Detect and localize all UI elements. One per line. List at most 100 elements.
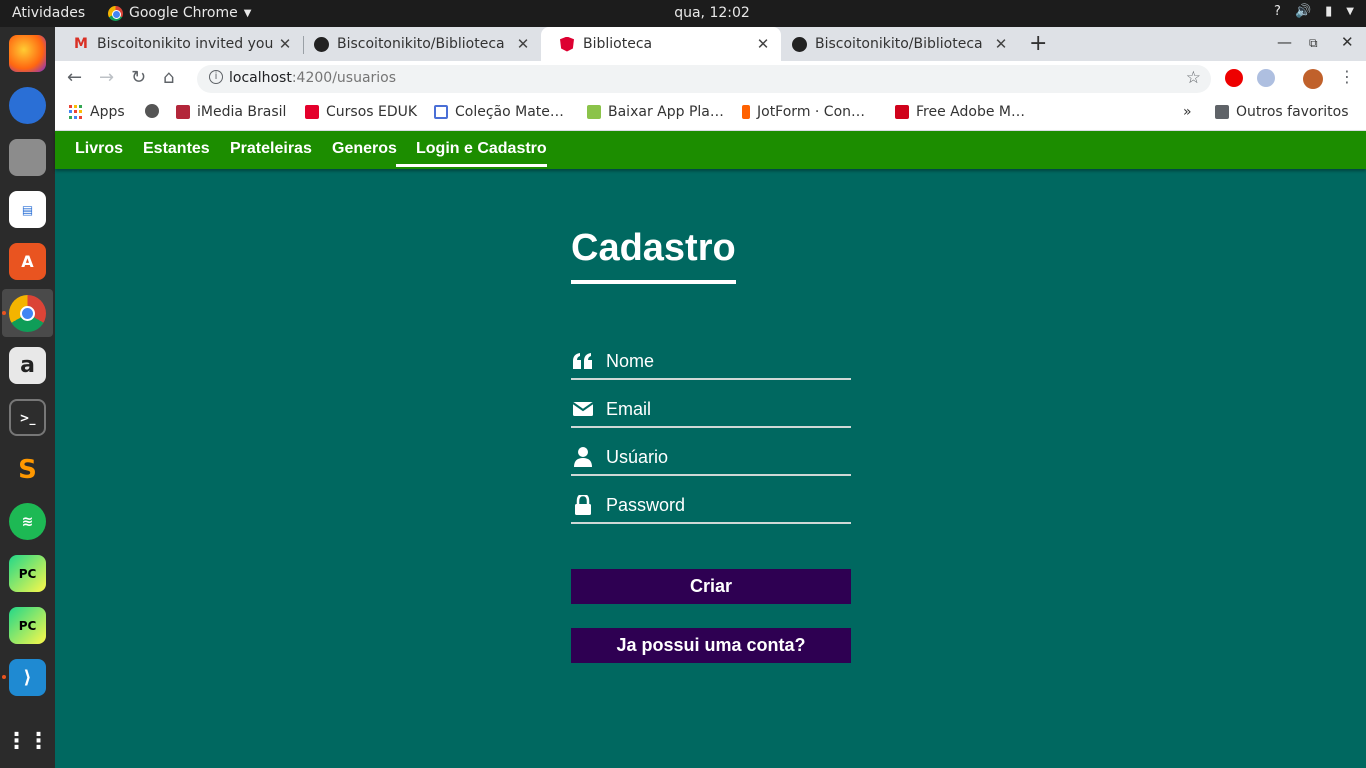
- tab-gmail[interactable]: M Biscoitonikito invited you ✕: [55, 27, 303, 61]
- apps-grid-icon: [69, 105, 83, 119]
- close-icon[interactable]: ✕: [989, 35, 1013, 53]
- amazon-icon[interactable]: a: [9, 347, 46, 384]
- name-field[interactable]: [571, 344, 851, 380]
- browser-toolbar: ← → ↻ ⌂ i localhost:4200/usuarios ☆ ⋮: [55, 61, 1366, 97]
- bookmark-star-icon[interactable]: ☆: [1186, 68, 1201, 88]
- address-bar[interactable]: i localhost:4200/usuarios ☆: [197, 65, 1211, 93]
- tab-title: Biblioteca: [583, 36, 653, 52]
- profile-avatar[interactable]: [1303, 69, 1323, 89]
- close-icon[interactable]: ✕: [273, 35, 297, 53]
- chevron-down-icon: ▼: [1346, 6, 1354, 17]
- show-apps-icon[interactable]: ⋮⋮: [6, 723, 50, 760]
- system-tray[interactable]: ? 🔊 ▮ ▼: [1274, 4, 1354, 19]
- home-button[interactable]: ⌂: [163, 67, 174, 88]
- email-input[interactable]: [606, 396, 846, 422]
- password-field[interactable]: [571, 488, 851, 524]
- system-top-bar: Atividades Google Chrome ▼ qua, 12:02 ? …: [0, 0, 1366, 27]
- menu-kebab-icon[interactable]: ⋮: [1339, 67, 1355, 86]
- sublime-icon[interactable]: S: [9, 451, 46, 488]
- close-icon[interactable]: ✕: [751, 35, 775, 53]
- bookmarks-overflow-button[interactable]: »: [1183, 104, 1192, 120]
- jotform-icon: [742, 105, 750, 119]
- user-icon: [574, 447, 592, 467]
- spotify-icon[interactable]: ≋: [9, 503, 46, 540]
- nav-generos[interactable]: Generos: [332, 140, 397, 158]
- bookmark-label: Outros favoritos: [1236, 104, 1349, 120]
- tab-strip: M Biscoitonikito invited you ✕ Biscoiton…: [55, 27, 1366, 61]
- extension-icon[interactable]: [1257, 69, 1275, 87]
- tab-github[interactable]: Biscoitonikito/Biblioteca ✕: [295, 27, 541, 61]
- nav-estantes[interactable]: Estantes: [143, 140, 210, 158]
- web-page: Livros Estantes Prateleiras Generos Logi…: [55, 131, 1366, 768]
- writer-icon[interactable]: ▤: [9, 191, 46, 228]
- tab-title: Biscoitonikito/Biblioteca: [815, 36, 983, 52]
- nav-login-cadastro[interactable]: Login e Cadastro: [396, 140, 547, 167]
- bookmark-imedia[interactable]: iMedia Brasil: [176, 104, 286, 120]
- minimize-button[interactable]: —: [1277, 33, 1292, 51]
- tab-github[interactable]: Biscoitonikito/Biblioteca ✕: [773, 27, 1019, 61]
- battery-icon: ▮: [1325, 4, 1333, 19]
- page-title: Cadastro: [571, 227, 736, 284]
- url-text: localhost:4200/usuarios: [229, 70, 397, 86]
- bookmark-baixar-app[interactable]: Baixar App Pla…: [587, 104, 724, 120]
- bookmark-label: Baixar App Pla…: [608, 104, 724, 120]
- back-button[interactable]: ←: [67, 67, 82, 88]
- close-window-button[interactable]: ✕: [1341, 33, 1354, 51]
- calendar-icon: [434, 105, 448, 119]
- browser-window: M Biscoitonikito invited you ✕ Biscoiton…: [55, 27, 1366, 768]
- opera-extension-icon[interactable]: [1225, 69, 1243, 87]
- bookmark-label: Coleção Mate…: [455, 104, 564, 120]
- pycharm-icon[interactable]: PC: [9, 607, 46, 644]
- bookmark-label: Apps: [90, 104, 125, 120]
- close-icon[interactable]: ✕: [511, 35, 535, 53]
- angular-icon: [559, 36, 575, 52]
- bookmark-label: JotForm · Con…: [757, 104, 866, 120]
- envelope-icon: [572, 402, 594, 416]
- terminal-icon[interactable]: >_: [9, 399, 46, 436]
- bookmark-eduk[interactable]: Cursos EDUK: [305, 104, 417, 120]
- gmail-icon: M: [74, 36, 88, 52]
- globe-icon: [145, 104, 159, 118]
- bookmark-label: iMedia Brasil: [197, 104, 287, 120]
- criar-button[interactable]: Criar: [571, 569, 851, 604]
- lock-icon: [575, 495, 591, 515]
- info-icon[interactable]: i: [209, 70, 223, 84]
- mail-icon: [895, 105, 909, 119]
- bookmarks-bar: Apps iMedia Brasil Cursos EDUK Coleção M…: [55, 97, 1366, 130]
- volume-icon: 🔊: [1294, 4, 1312, 19]
- other-bookmarks[interactable]: Outros favoritos: [1215, 104, 1349, 120]
- github-icon: [791, 36, 807, 52]
- chrome-dock-icon[interactable]: [9, 295, 46, 332]
- bookmark-jotform[interactable]: JotForm · Con…: [742, 104, 865, 120]
- bookmark-colecao[interactable]: Coleção Mate…: [434, 104, 564, 120]
- software-center-icon[interactable]: A: [9, 243, 46, 280]
- dock: ▤ A a >_ S ≋ PC PC ⟩ ⋮⋮: [0, 27, 55, 768]
- android-icon: [587, 105, 601, 119]
- running-indicator: [2, 675, 6, 679]
- reload-button[interactable]: ↻: [131, 67, 146, 88]
- bookmark-apps[interactable]: Apps: [69, 104, 125, 120]
- nav-prateleiras[interactable]: Prateleiras: [230, 140, 312, 158]
- bookmark-free-adobe[interactable]: Free Adobe M…: [895, 104, 1025, 120]
- bookmark-globe[interactable]: [145, 104, 159, 118]
- vscode-icon[interactable]: ⟩: [9, 659, 46, 696]
- system-clock[interactable]: qua, 12:02: [0, 5, 1366, 21]
- name-input[interactable]: [606, 348, 846, 374]
- forward-button[interactable]: →: [99, 67, 114, 88]
- email-field[interactable]: [571, 392, 851, 428]
- pycharm-icon[interactable]: PC: [9, 555, 46, 592]
- help-icon: ?: [1274, 4, 1281, 19]
- username-input[interactable]: [606, 444, 846, 470]
- nav-livros[interactable]: Livros: [75, 140, 123, 158]
- thunderbird-icon[interactable]: [9, 87, 46, 124]
- username-field[interactable]: [571, 440, 851, 476]
- login-link-button[interactable]: Ja possui uma conta?: [571, 628, 851, 663]
- new-tab-button[interactable]: +: [1029, 31, 1047, 56]
- files-icon[interactable]: [9, 139, 46, 176]
- tab-biblioteca[interactable]: Biblioteca ✕: [541, 27, 781, 61]
- firefox-icon[interactable]: [9, 35, 46, 72]
- restore-button[interactable]: ⧉: [1309, 36, 1318, 51]
- password-input[interactable]: [606, 492, 846, 518]
- quote-icon: [573, 353, 592, 369]
- running-indicator: [2, 311, 6, 315]
